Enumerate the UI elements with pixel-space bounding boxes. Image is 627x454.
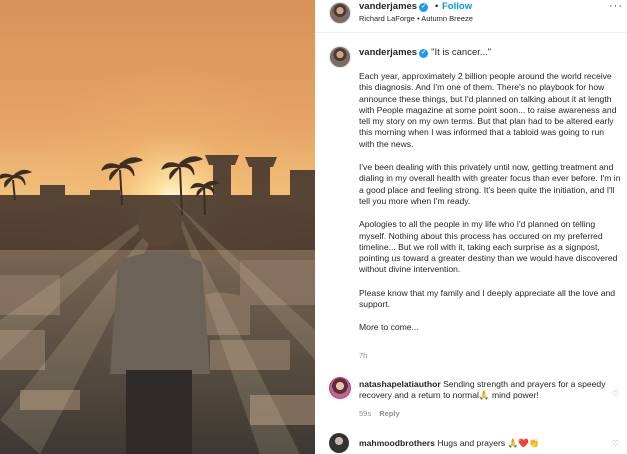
post-photo[interactable]: [0, 0, 315, 454]
caption-paragraph: Apologies to all the people in my life w…: [359, 219, 618, 275]
reply-button[interactable]: Reply: [379, 409, 399, 418]
caption-title: "It is cancer...": [431, 47, 492, 58]
comment-meta: 59s Reply: [359, 409, 400, 418]
verified-badge-icon: ✓: [419, 49, 429, 58]
commenter-avatar[interactable]: [329, 433, 349, 453]
caption-username[interactable]: vanderjames: [359, 47, 417, 58]
heart-icon[interactable]: ♡: [612, 439, 619, 448]
more-options-icon[interactable]: ···: [609, 0, 623, 12]
caption-author-avatar[interactable]: [329, 46, 351, 68]
heart-icon[interactable]: ♡: [612, 389, 619, 398]
author-avatar[interactable]: [329, 2, 351, 24]
caption-header: vanderjames ✓ "It is cancer...": [359, 47, 491, 58]
audio-track-link[interactable]: Richard LaForge • Autumn Breeze: [359, 14, 473, 23]
verified-badge-icon: ✓: [419, 3, 429, 12]
commenter-avatar[interactable]: [329, 377, 351, 399]
post-panel: vanderjames ✓ • Follow Richard LaForge • …: [315, 0, 627, 454]
caption-paragraph: More to come...: [359, 322, 419, 333]
comment-username[interactable]: natashapelatiauthor: [359, 379, 441, 389]
comment-body: Hugs and prayers 🙏❤️👏: [437, 438, 540, 448]
comment-time[interactable]: 59s: [359, 409, 371, 418]
caption-paragraph: Each year, approximately 2 billion peopl…: [359, 71, 617, 149]
caption-paragraph: Please know that my family and I deeply …: [359, 287, 616, 310]
comment-text: mahmoodbrothers Hugs and prayers 🙏❤️👏: [359, 438, 614, 449]
caption-paragraph: I've been dealing with this privately un…: [359, 162, 621, 206]
comment-text: natashapelatiauthor Sending strength and…: [359, 379, 614, 402]
caption-body: Each year, approximately 2 billion peopl…: [359, 71, 621, 346]
caption-timestamp[interactable]: 7h: [359, 351, 367, 360]
comment-username[interactable]: mahmoodbrothers: [359, 438, 435, 448]
follow-button[interactable]: Follow: [442, 1, 472, 12]
header-username[interactable]: vanderjames ✓: [359, 1, 429, 12]
sunset-temple-image: [0, 0, 315, 454]
header-separator: •: [435, 1, 439, 12]
post-header: vanderjames ✓ • Follow Richard LaForge • …: [315, 0, 627, 33]
